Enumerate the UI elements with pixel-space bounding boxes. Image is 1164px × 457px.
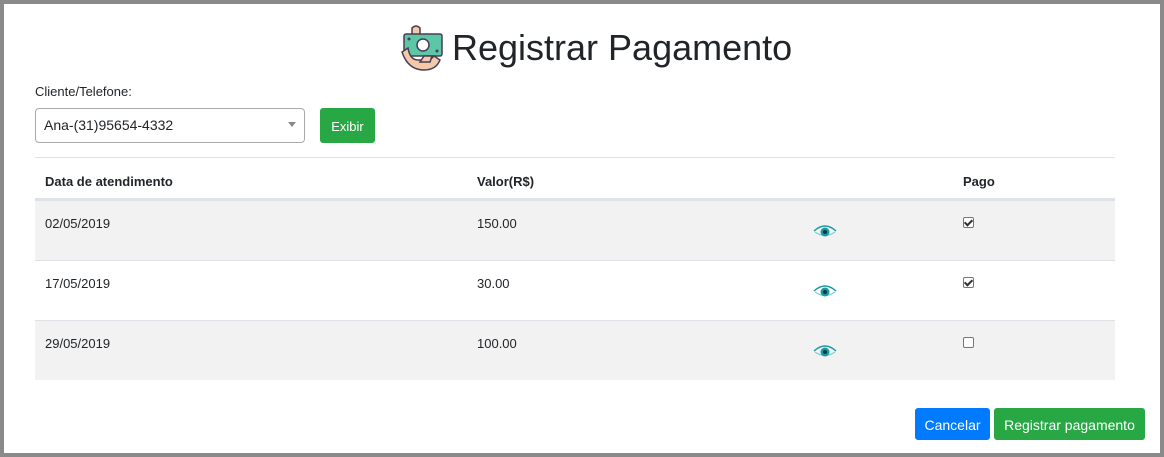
table-header: Data de atendimento Valor(R$) Pago xyxy=(35,158,1115,200)
paid-checkbox[interactable] xyxy=(963,277,974,288)
row-value: 150.00 xyxy=(477,216,517,231)
client-select[interactable]: Ana-(31)95654-4332 xyxy=(35,108,305,143)
client-select-value: Ana-(31)95654-4332 xyxy=(44,117,174,133)
paid-checkbox[interactable] xyxy=(963,337,974,348)
row-date: 02/05/2019 xyxy=(45,216,111,231)
column-header-date: Data de atendimento xyxy=(45,174,173,189)
chevron-down-icon xyxy=(288,122,296,127)
table-row: 02/05/2019 150.00 xyxy=(35,200,1115,260)
appointments-table: Data de atendimento Valor(R$) Pago 02/05… xyxy=(35,157,1115,380)
paid-checkbox[interactable] xyxy=(963,217,974,228)
cancel-button[interactable]: Cancelar xyxy=(915,408,990,440)
window-frame: Registrar Pagamento Cliente/Telefone: An… xyxy=(0,0,1164,457)
row-value: 100.00 xyxy=(477,336,517,351)
eye-icon[interactable] xyxy=(813,223,837,239)
client-label: Cliente/Telefone: xyxy=(35,84,132,99)
row-date: 17/05/2019 xyxy=(45,276,111,291)
column-header-value: Valor(R$) xyxy=(477,174,535,189)
page-title: Registrar Pagamento xyxy=(452,27,793,68)
eye-icon[interactable] xyxy=(813,343,837,359)
row-date: 29/05/2019 xyxy=(45,336,111,351)
row-value: 30.00 xyxy=(477,276,510,291)
table-row: 29/05/2019 100.00 xyxy=(35,320,1115,380)
table-row: 17/05/2019 30.00 xyxy=(35,260,1115,320)
register-payment-button[interactable]: Registrar pagamento xyxy=(994,408,1145,440)
column-header-paid: Pago xyxy=(963,174,995,189)
show-button[interactable]: Exibir xyxy=(320,108,375,143)
money-hand-icon xyxy=(401,25,443,71)
page-header: Registrar Pagamento xyxy=(398,22,792,74)
eye-icon[interactable] xyxy=(813,283,837,299)
